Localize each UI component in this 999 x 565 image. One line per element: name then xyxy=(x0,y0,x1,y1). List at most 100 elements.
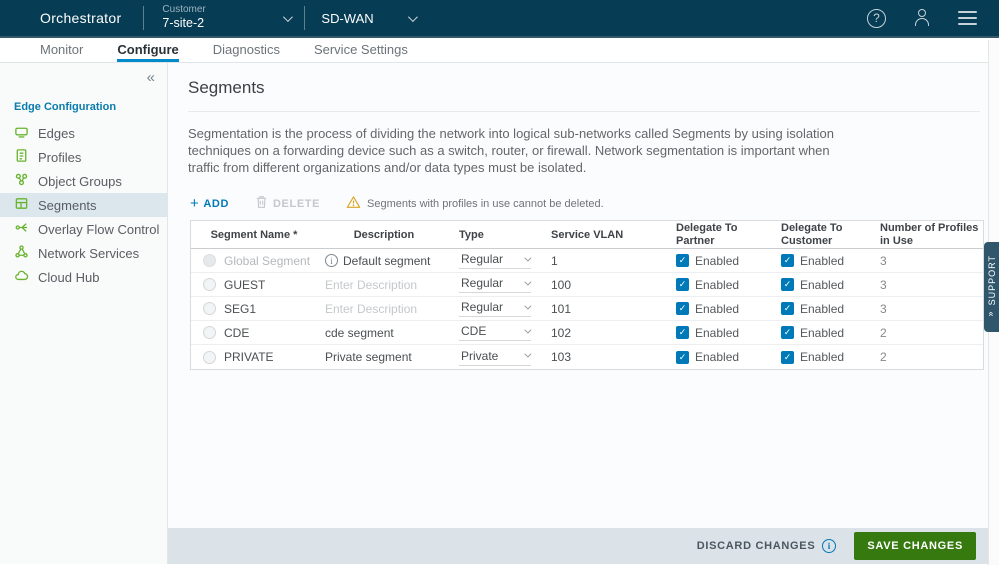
service-vlan-value[interactable]: 102 xyxy=(543,326,668,340)
row-radio[interactable] xyxy=(203,278,216,291)
enabled-label: Enabled xyxy=(695,302,739,316)
sidebar-item-edges[interactable]: Edges xyxy=(0,121,167,145)
row-radio[interactable] xyxy=(203,351,216,364)
help-icon[interactable]: ? xyxy=(867,9,886,28)
description-input[interactable]: Enter Description xyxy=(325,278,417,292)
delegate-customer-checkbox[interactable]: ✓ xyxy=(781,254,794,267)
segment-name: Global Segment xyxy=(224,254,310,268)
network-services-icon xyxy=(14,244,29,262)
description-input[interactable]: cde segment xyxy=(325,326,394,340)
service-vlan-value[interactable]: 1 xyxy=(543,254,668,268)
sidebar-item-object-groups[interactable]: Object Groups xyxy=(0,169,167,193)
type-select[interactable]: Regular xyxy=(459,252,531,269)
row-radio xyxy=(203,254,216,267)
header-divider xyxy=(143,6,144,30)
info-icon[interactable]: i xyxy=(325,254,338,267)
service-vlan-value[interactable]: 103 xyxy=(543,350,668,364)
table-header: Segment Name * Description Type Service … xyxy=(191,221,983,249)
table-row: GUEST Enter Description Regular 100 ✓Ena… xyxy=(191,273,983,297)
type-select[interactable]: CDE xyxy=(459,324,531,341)
sidebar-item-network-services[interactable]: Network Services xyxy=(0,241,167,265)
discard-changes-button[interactable]: DISCARD CHANGES i xyxy=(697,539,837,553)
footer-action-bar: DISCARD CHANGES i SAVE CHANGES xyxy=(168,528,999,564)
table-row: CDE cde segment CDE 102 ✓Enabled ✓Enable… xyxy=(191,321,983,345)
description-input[interactable]: Private segment xyxy=(325,350,412,364)
top-bar: Orchestrator Customer 7-site-2 SD-WAN ? xyxy=(0,0,999,38)
page-description: Segmentation is the process of dividing … xyxy=(188,125,860,176)
type-select[interactable]: Regular xyxy=(459,300,531,317)
plus-icon: + xyxy=(190,196,199,211)
support-tab[interactable]: SUPPORT « xyxy=(984,242,999,332)
service-vlan-value[interactable]: 101 xyxy=(543,302,668,316)
table-actions: + ADD DELETE Segments with profiles in u… xyxy=(190,195,978,212)
tab-service-settings[interactable]: Service Settings xyxy=(314,38,408,62)
description-value[interactable]: Default segment xyxy=(343,254,430,268)
segment-name: SEG1 xyxy=(224,302,256,316)
warning-message: Segments with profiles in use cannot be … xyxy=(346,195,604,212)
overlay-flow-control-icon xyxy=(14,220,29,238)
user-icon[interactable] xyxy=(912,8,932,28)
chevron-down-icon xyxy=(524,351,531,358)
sidebar-item-label: Cloud Hub xyxy=(38,270,99,285)
info-icon[interactable]: i xyxy=(822,539,836,553)
delegate-customer-checkbox[interactable]: ✓ xyxy=(781,351,794,364)
service-dropdown[interactable]: SD-WAN xyxy=(321,11,429,26)
column-header-delegate-partner: Delegate To Partner xyxy=(668,221,773,248)
delegate-partner-checkbox[interactable]: ✓ xyxy=(676,302,689,315)
tab-configure[interactable]: Configure xyxy=(117,38,178,62)
delegate-partner-checkbox[interactable]: ✓ xyxy=(676,326,689,339)
segments-icon xyxy=(14,196,29,214)
tab-monitor[interactable]: Monitor xyxy=(40,38,83,62)
sidebar-item-label: Profiles xyxy=(38,150,81,165)
customer-value: 7-site-2 xyxy=(162,16,205,32)
sidebar-item-label: Network Services xyxy=(38,246,139,261)
type-select[interactable]: Regular xyxy=(459,276,531,293)
segment-name: PRIVATE xyxy=(224,350,274,364)
enabled-label: Enabled xyxy=(695,254,739,268)
page-title: Segments xyxy=(188,63,980,112)
tab-diagnostics[interactable]: Diagnostics xyxy=(213,38,280,62)
sidebar-item-label: Overlay Flow Control xyxy=(38,222,159,237)
delegate-partner-checkbox[interactable]: ✓ xyxy=(676,254,689,267)
sidebar-section-title: Edge Configuration xyxy=(14,101,167,113)
enabled-label: Enabled xyxy=(800,350,844,364)
sidebar-collapse-icon[interactable]: « xyxy=(147,69,155,86)
trash-icon xyxy=(255,195,268,212)
column-header-segment-name: Segment Name * xyxy=(191,221,317,248)
delegate-partner-checkbox[interactable]: ✓ xyxy=(676,278,689,291)
sidebar-item-label: Edges xyxy=(38,126,75,141)
row-radio[interactable] xyxy=(203,302,216,315)
sidebar-item-profiles[interactable]: Profiles xyxy=(0,145,167,169)
delete-button[interactable]: DELETE xyxy=(255,195,320,212)
menu-icon[interactable] xyxy=(958,11,977,25)
column-header-type: Type xyxy=(451,221,543,248)
product-title: Orchestrator xyxy=(40,10,121,26)
delegate-customer-checkbox[interactable]: ✓ xyxy=(781,302,794,315)
delegate-customer-checkbox[interactable]: ✓ xyxy=(781,278,794,291)
row-radio[interactable] xyxy=(203,326,216,339)
table-row: PRIVATE Private segment Private 103 ✓ Ena… xyxy=(191,345,983,369)
enabled-label: Enabled xyxy=(695,278,739,292)
sidebar-item-cloud-hub[interactable]: Cloud Hub xyxy=(0,265,167,289)
customer-dropdown[interactable]: Customer 7-site-2 xyxy=(162,4,304,32)
sidebar-item-segments[interactable]: Segments xyxy=(0,193,167,217)
profiles-in-use-count: 2 xyxy=(872,326,983,340)
column-header-profiles-in-use: Number of Profiles in Use xyxy=(872,221,983,248)
description-input[interactable]: Enter Description xyxy=(325,302,417,316)
delegate-partner-checkbox[interactable]: ✓ xyxy=(676,351,689,364)
table-row: SEG1 Enter Description Regular 101 ✓ Enab… xyxy=(191,297,983,321)
save-changes-button[interactable]: SAVE CHANGES xyxy=(854,532,976,560)
chevron-down-icon xyxy=(524,279,531,286)
type-select[interactable]: Private xyxy=(459,349,531,366)
sidebar-item-overlay-flow-control[interactable]: Overlay Flow Control xyxy=(0,217,167,241)
delegate-customer-checkbox[interactable]: ✓ xyxy=(781,326,794,339)
segment-name: CDE xyxy=(224,326,249,340)
service-vlan-value[interactable]: 100 xyxy=(543,278,668,292)
customer-label: Customer xyxy=(162,4,205,17)
profile-icon xyxy=(14,148,29,166)
enabled-label: Enabled xyxy=(695,350,739,364)
page: Orchestrator Customer 7-site-2 SD-WAN ? … xyxy=(0,0,999,565)
header-divider xyxy=(304,6,305,30)
nav-tab-bar: Monitor Configure Diagnostics Service Se… xyxy=(0,38,999,63)
add-button[interactable]: + ADD xyxy=(190,196,229,211)
